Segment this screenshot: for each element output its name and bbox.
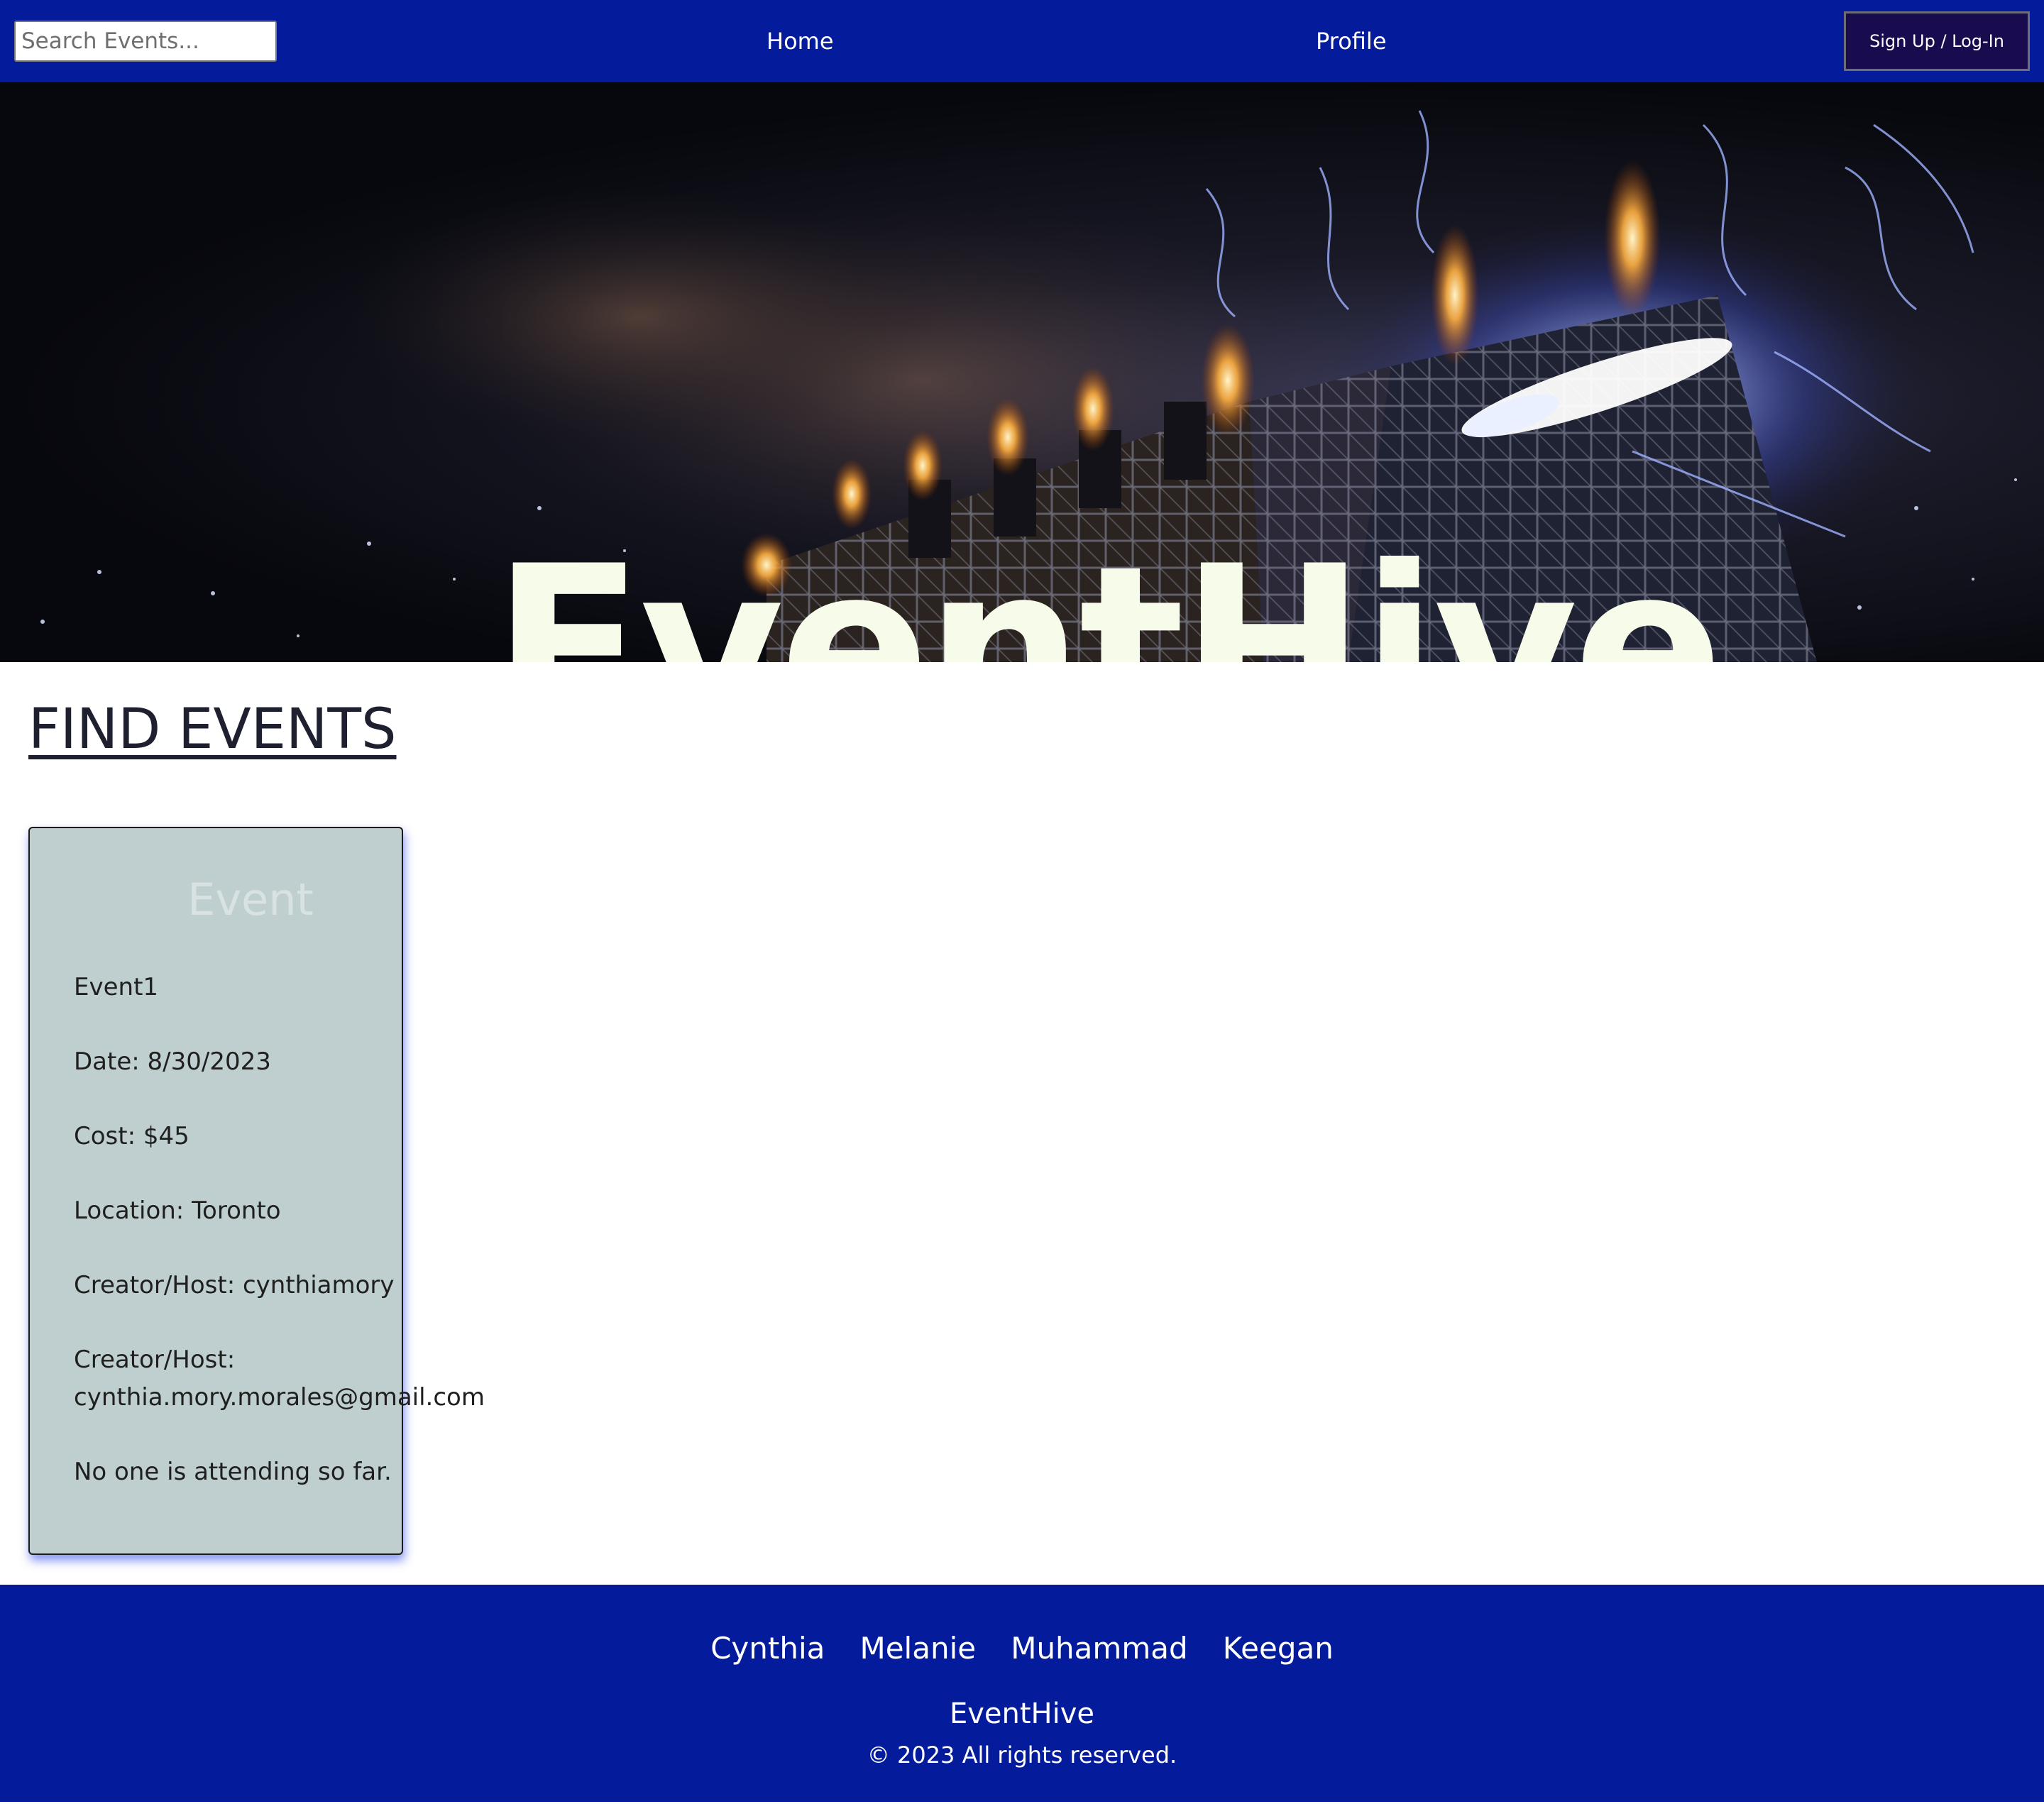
event-creator: Creator/Host: cynthiamory	[74, 1271, 395, 1299]
footer-name-keegan[interactable]: Keegan	[1223, 1627, 1334, 1670]
footer-name-melanie[interactable]: Melanie	[859, 1627, 976, 1670]
page-title: FIND EVENTS	[28, 698, 397, 761]
hero-title: EventHive	[493, 518, 1723, 662]
footer-name-cynthia[interactable]: Cynthia	[710, 1627, 825, 1670]
footer-team-links: Cynthia Melanie Muhammad Keegan	[0, 1627, 2044, 1670]
event-attendance: No one is attending so far.	[74, 1458, 392, 1486]
event-creator-email: cynthia.mory.morales@gmail.com	[74, 1383, 485, 1412]
event-name: Event1	[74, 973, 159, 1001]
search-events-input[interactable]	[14, 21, 277, 62]
nav-link-profile[interactable]: Profile	[1316, 26, 1387, 57]
event-cost: Cost: $45	[74, 1122, 189, 1150]
footer-name-muhammad[interactable]: Muhammad	[1011, 1627, 1187, 1670]
event-creator-email-label: Creator/Host:	[74, 1346, 236, 1374]
top-navbar: Home Profile Sign Up / Log-In	[0, 0, 2044, 82]
event-card-heading: Event	[187, 874, 314, 925]
event-card[interactable]: Event Event1 Date: 8/30/2023 Cost: $45 L…	[28, 827, 485, 1555]
hero-banner: EventHive	[0, 82, 2044, 662]
footer-brand: EventHive	[949, 1698, 1095, 1730]
footer: Cynthia Melanie Muhammad Keegan EventHiv…	[0, 1585, 2044, 1802]
nav-link-home[interactable]: Home	[766, 26, 834, 57]
event-location: Location: Toronto	[74, 1197, 281, 1225]
signup-login-button[interactable]: Sign Up / Log-In	[1844, 11, 2030, 71]
footer-copyright: © 2023 All rights reserved.	[867, 1742, 1177, 1769]
event-date: Date: 8/30/2023	[74, 1047, 271, 1076]
